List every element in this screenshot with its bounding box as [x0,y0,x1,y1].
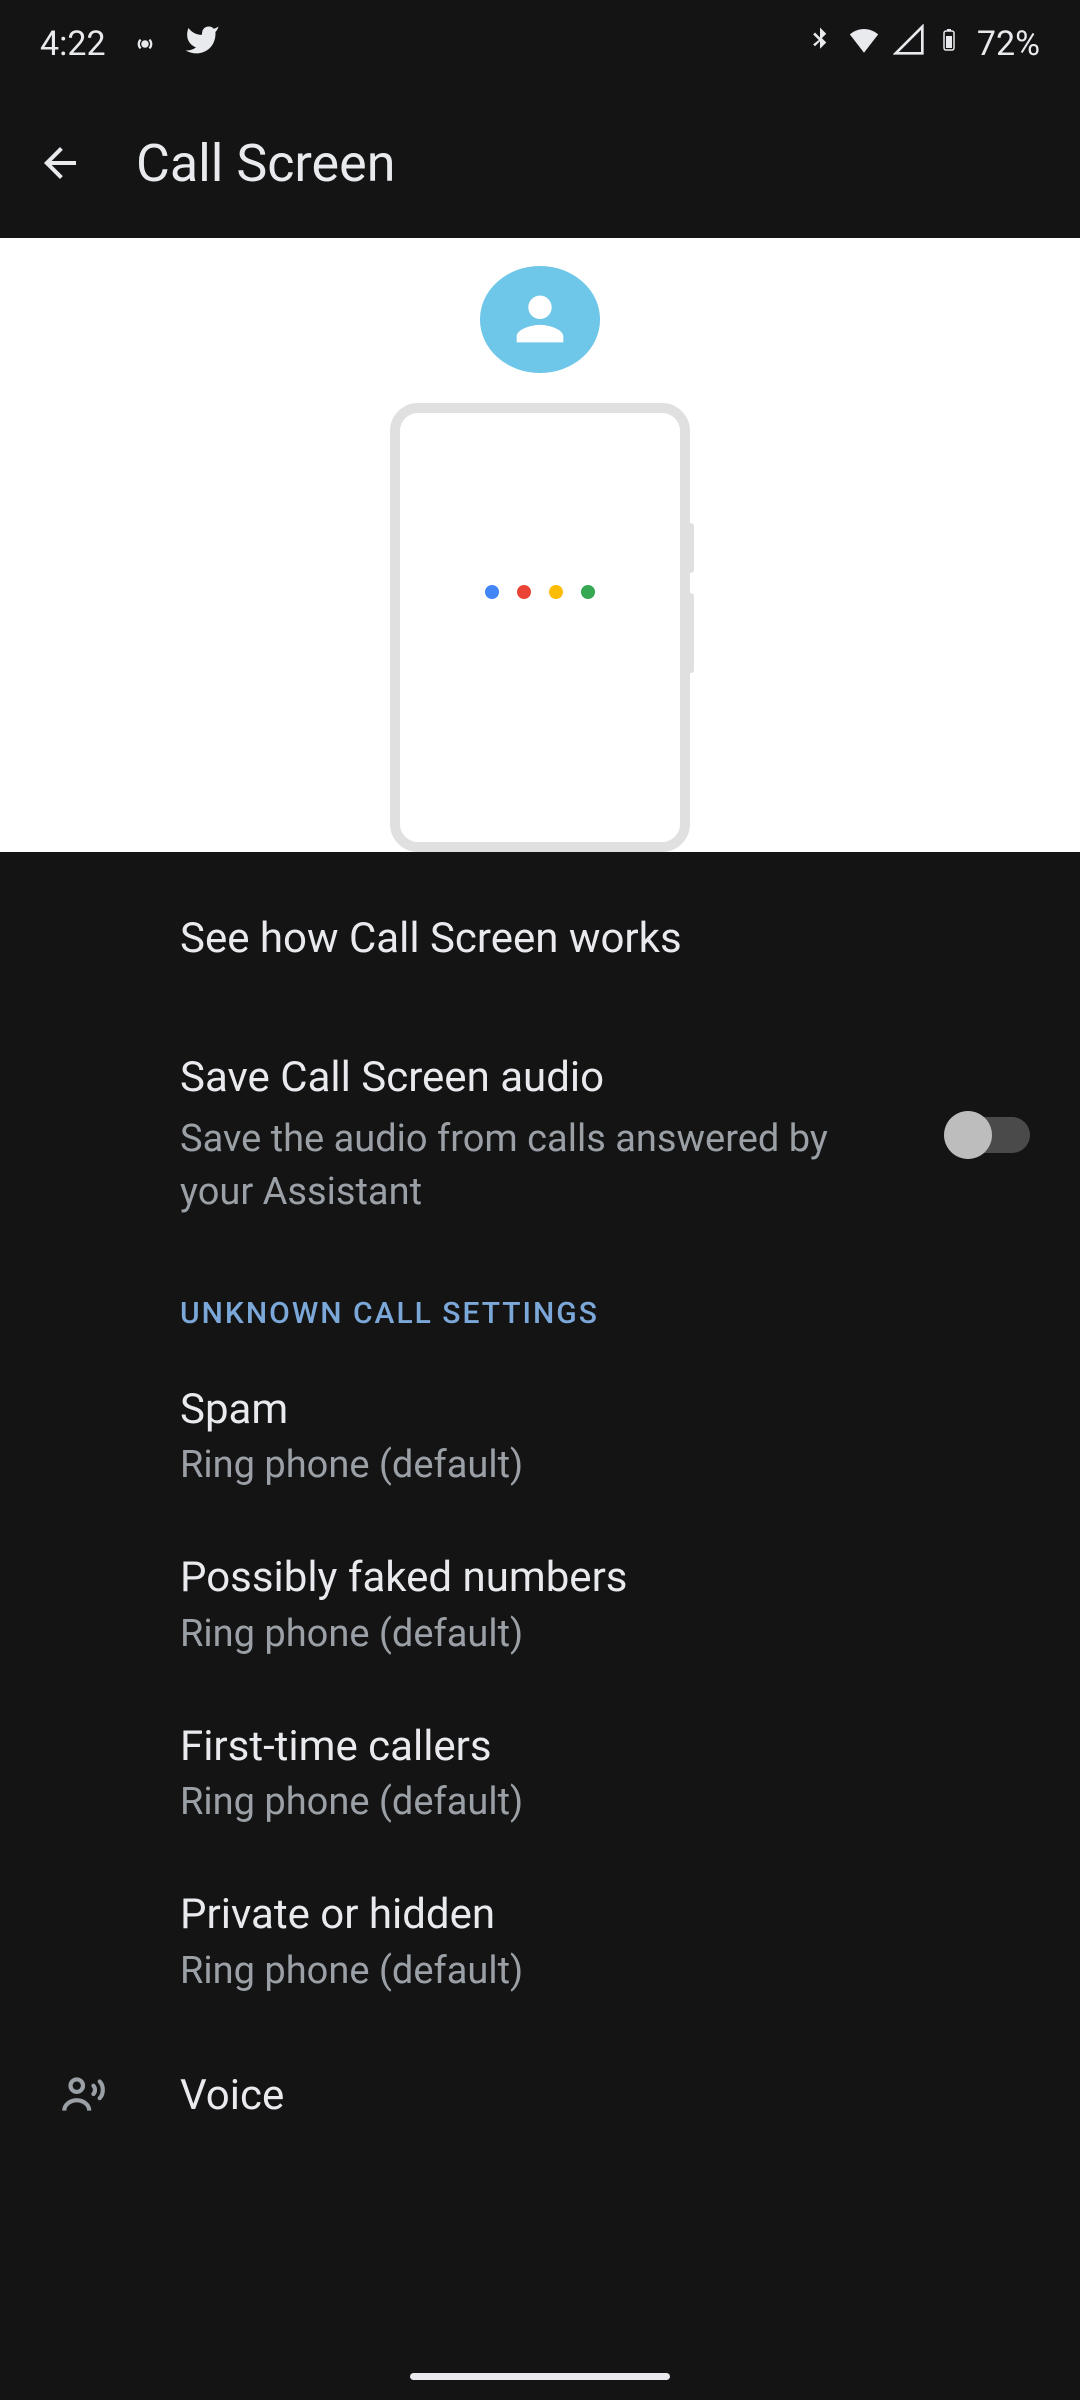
status-time: 4:22 [40,24,106,64]
wifi-icon [847,23,881,66]
hero-illustration [0,238,1080,852]
battery-icon [937,23,961,66]
status-right: 72% [805,23,1040,66]
broadcast-icon [130,29,160,59]
faked-numbers-title: Possibly faked numbers [180,1551,1040,1606]
signal-icon [893,24,925,65]
first-time-callers-setting[interactable]: First-time callers Ring phone (default) [40,1688,1040,1857]
bluetooth-icon [805,24,835,64]
faked-numbers-value: Ring phone (default) [180,1612,1040,1656]
avatar-icon [480,266,600,373]
back-button[interactable] [32,135,88,191]
spam-value: Ring phone (default) [180,1443,1040,1487]
first-time-callers-value: Ring phone (default) [180,1780,1040,1824]
private-hidden-title: Private or hidden [180,1888,1040,1943]
page-title: Call Screen [136,133,395,194]
unknown-calls-header: UNKNOWN CALL SETTINGS [40,1256,1040,1351]
battery-percentage: 72% [977,24,1040,64]
voice-setting[interactable]: Voice [0,2025,1080,2123]
twitter-icon [184,22,220,67]
home-indicator[interactable] [410,2373,670,2380]
spam-title: Spam [180,1383,1040,1438]
settings-list: See how Call Screen works Save Call Scre… [0,852,1080,2025]
voice-label: Voice [180,2071,284,2120]
how-it-works-link[interactable]: See how Call Screen works [40,852,1040,1015]
spam-setting[interactable]: Spam Ring phone (default) [40,1351,1040,1520]
save-audio-toggle[interactable] [948,1117,1030,1153]
status-bar: 4:22 72% [0,0,1080,88]
first-time-callers-title: First-time callers [180,1720,1040,1775]
save-audio-title: Save Call Screen audio [180,1051,908,1106]
google-dots-icon [485,585,595,599]
how-it-works-label: See how Call Screen works [180,912,1040,967]
phone-frame-graphic [390,403,690,852]
private-hidden-setting[interactable]: Private or hidden Ring phone (default) [40,1856,1040,2025]
app-bar: Call Screen [0,88,1080,238]
save-audio-setting[interactable]: Save Call Screen audio Save the audio fr… [40,1015,1040,1256]
voice-person-icon [58,2069,108,2123]
save-audio-subtitle: Save the audio from calls answered by yo… [180,1113,908,1219]
private-hidden-value: Ring phone (default) [180,1949,1040,1993]
faked-numbers-setting[interactable]: Possibly faked numbers Ring phone (defau… [40,1519,1040,1688]
status-left: 4:22 [40,22,220,67]
